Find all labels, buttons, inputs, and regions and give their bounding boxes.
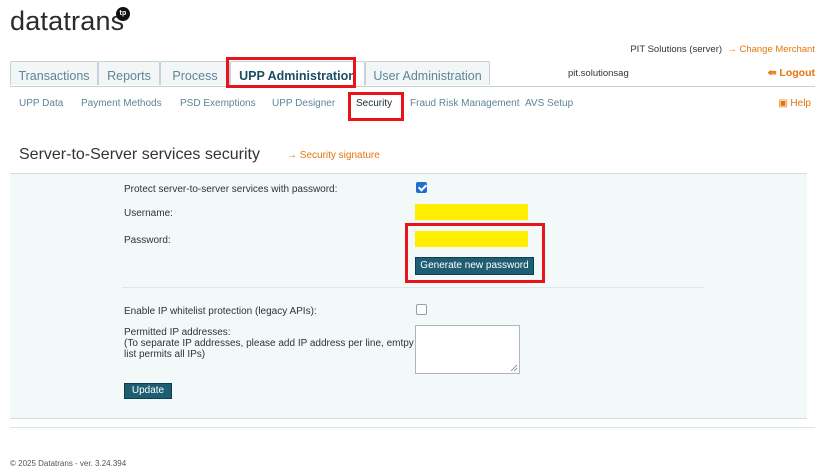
tab-user-administration[interactable]: User Administration [365,61,490,85]
security-signature-link[interactable]: → Security signature [287,150,380,161]
user-login: pit.solutionsag [568,68,629,79]
content-bottom-divider [10,427,815,428]
protect-checkbox[interactable] [416,182,427,193]
datatrans-logo: datatrans tp [10,6,130,37]
username-field[interactable] [415,204,528,220]
footer-version: © 2025 Datatrans - ver. 3.24.394 [10,459,127,468]
highlight-upp-administration [226,57,356,88]
subnav-fraud-risk-management[interactable]: Fraud Risk Management [410,98,520,109]
protect-label: Protect server-to-server services with p… [124,184,338,195]
page-title: Server-to-Server services security [19,146,260,163]
subnav-upp-data[interactable]: UPP Data [19,98,63,109]
ip-whitelist-checkbox[interactable] [416,304,427,315]
password-label: Password: [124,235,171,246]
resize-handle-icon[interactable] [510,364,518,372]
help-link[interactable]: ▣ Help [778,98,811,109]
update-button[interactable]: Update [124,383,172,399]
logout-link[interactable]: ⇚ Logout [768,67,815,79]
tab-reports[interactable]: Reports [98,61,160,85]
tab-transactions[interactable]: Transactions [10,61,98,85]
subnav-payment-methods[interactable]: Payment Methods [81,98,162,109]
highlight-security [348,92,404,121]
change-merchant-link[interactable]: → Change Merchant [727,44,815,55]
merchant-info: PIT Solutions (server) → Change Merchant [630,44,815,55]
logo-badge-icon: tp [116,7,130,21]
permitted-ip-hint: (To separate IP addresses, please add IP… [124,338,414,360]
merchant-name: PIT Solutions (server) [630,44,723,55]
highlight-password-area [405,223,545,283]
logo-text: datatrans [10,6,125,36]
subnav-avs-setup[interactable]: AVS Setup [525,98,573,109]
username-label: Username: [124,208,173,219]
permitted-ip-title: Permitted IP addresses: [124,327,231,338]
permitted-ip-textarea[interactable] [415,325,520,374]
tab-process[interactable]: Process [160,61,230,85]
ip-whitelist-label: Enable IP whitelist protection (legacy A… [124,306,317,317]
form-divider [122,287,704,288]
subnav-psd-exemptions[interactable]: PSD Exemptions [180,98,256,109]
permitted-ip-label: Permitted IP addresses: (To separate IP … [124,327,414,360]
subnav-upp-designer[interactable]: UPP Designer [272,98,335,109]
tab-divider [10,86,815,87]
